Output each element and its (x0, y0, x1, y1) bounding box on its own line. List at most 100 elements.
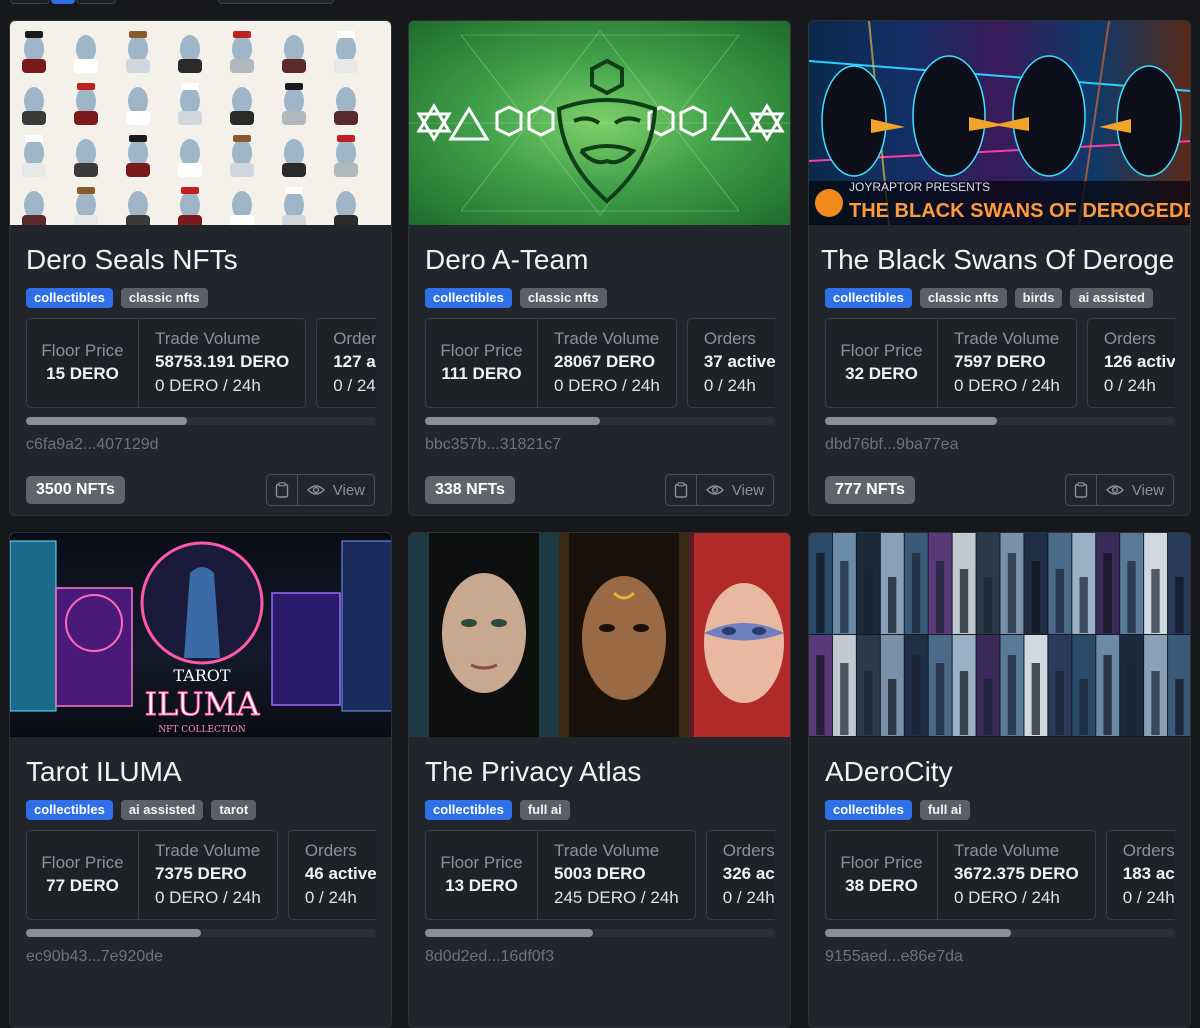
banner-iluma-text: ILUMA (145, 685, 261, 723)
trade-volume-box: Trade Volume 5003 DERO 245 DERO / 24h (537, 830, 696, 920)
trade-volume-box: Trade Volume 3672.375 DERO 0 DERO / 24h (937, 830, 1096, 920)
collection-banner[interactable] (10, 21, 391, 225)
tag-list: collectibles classic nfts (26, 288, 375, 308)
collection-banner[interactable] (809, 533, 1190, 737)
copy-button[interactable] (664, 474, 697, 506)
copy-button[interactable] (1064, 474, 1097, 506)
progress-bar (825, 929, 1175, 937)
collection-title[interactable]: Dero Seals NFTs (26, 241, 375, 279)
floor-price-label: Floor Price (840, 853, 923, 872)
floor-price-box: Floor Price 77 DERO (26, 830, 138, 920)
floor-price-label: Floor Price (440, 853, 523, 872)
tag[interactable]: collectibles (825, 800, 912, 820)
collection-title[interactable]: ADeroCity (825, 753, 1174, 791)
tag[interactable]: classic nfts (519, 288, 607, 308)
collection-card[interactable]: Dero A-Team collectibles classic nfts Fl… (408, 20, 791, 516)
orders-value: 126 active (1103, 352, 1175, 371)
trade-volume-label: Trade Volume (155, 329, 261, 348)
collection-title[interactable]: The Privacy Atlas (425, 753, 774, 791)
trade-volume-24h: 0 DERO / 24h (554, 376, 660, 395)
tarot-iluma-image: TAROT ILUMA NFT COLLECTION (10, 540, 391, 735)
orders-value: 183 active (1122, 864, 1175, 883)
view-toggle-list[interactable] (10, 0, 50, 4)
trade-volume-24h: 0 DERO / 24h (155, 376, 261, 395)
orders-box: Orders 37 active 0 / 24h (686, 318, 775, 408)
progress-fill (26, 929, 201, 937)
orders-label: Orders (703, 329, 756, 348)
stats-row: Floor Price 32 DERO Trade Volume 7597 DE… (825, 318, 1175, 408)
trade-volume-24h: 0 DERO / 24h (155, 888, 261, 907)
collection-title[interactable]: The Black Swans Of Derogeddon (821, 241, 1174, 279)
stats-row: Floor Price 111 DERO Trade Volume 28067 … (425, 318, 775, 408)
search-input[interactable] (218, 0, 334, 4)
collection-banner[interactable]: JOYRAPTOR PRESENTS THE BLACK SWANS OF DE… (809, 21, 1190, 225)
nft-count-badge: 777 NFTs (825, 476, 915, 504)
trade-volume-box: Trade Volume 7597 DERO 0 DERO / 24h (937, 318, 1077, 408)
progress-bar (26, 929, 376, 937)
contract-address: ec90b43...7e920de (26, 948, 164, 965)
tag[interactable]: tarot (211, 800, 257, 820)
collection-banner[interactable] (409, 533, 790, 737)
tag[interactable]: collectibles (425, 288, 512, 308)
tag-list: collectibles classic nfts (425, 288, 774, 308)
tag[interactable]: classic nfts (120, 288, 208, 308)
collection-title[interactable]: Dero A-Team (425, 241, 774, 279)
seal-grid-image (22, 31, 358, 225)
contract-address: c6fa9a2...407129d (26, 436, 159, 453)
orders-box: Orders 326 active 0 / 24h (705, 830, 775, 920)
tag[interactable]: collectibles (26, 288, 113, 308)
progress-fill (825, 929, 1011, 937)
orders-label: Orders (304, 841, 357, 860)
tag[interactable]: ai assisted (1070, 288, 1153, 308)
stats-row: Floor Price 38 DERO Trade Volume 3672.37… (825, 830, 1175, 920)
tag[interactable]: full ai (919, 800, 970, 820)
collection-banner[interactable] (409, 21, 790, 225)
view-button[interactable]: View (297, 474, 375, 506)
trade-volume-value: 28067 DERO (554, 352, 656, 371)
tag[interactable]: birds (1014, 288, 1063, 308)
trade-volume-value: 7375 DERO (155, 864, 247, 883)
collection-banner[interactable]: TAROT ILUMA NFT COLLECTION (10, 533, 391, 737)
orders-24h: 0 / 24h (703, 376, 756, 395)
eye-icon (705, 485, 724, 495)
view-label: View (332, 481, 365, 499)
orders-box: Orders 183 active 0 / 24h (1105, 830, 1175, 920)
tag[interactable]: classic nfts (919, 288, 1007, 308)
tag-list: collectibles classic nfts birds ai assis… (825, 288, 1174, 308)
collection-card[interactable]: Dero Seals NFTs collectibles classic nft… (9, 20, 392, 516)
orders-label: Orders (333, 329, 376, 348)
tag[interactable]: collectibles (825, 288, 912, 308)
progress-bar (825, 417, 1175, 425)
view-toggle-grid[interactable] (51, 0, 75, 4)
top-toolbar (0, 0, 1200, 8)
collection-card[interactable]: JOYRAPTOR PRESENTS THE BLACK SWANS OF DE… (808, 20, 1191, 516)
tag[interactable]: collectibles (26, 800, 113, 820)
collection-title[interactable]: Tarot ILUMA (26, 753, 375, 791)
orders-box: Orders 46 active 0 / 24h (287, 830, 376, 920)
orders-24h: 0 / 24h (333, 376, 376, 395)
nft-count-badge: 338 NFTs (425, 476, 515, 504)
banner-subtitle: JOYRAPTOR PRESENTS (849, 180, 990, 194)
view-toggle-group[interactable] (10, 0, 117, 4)
floor-price-value: 38 DERO (845, 876, 918, 895)
tag[interactable]: full ai (519, 800, 570, 820)
view-button[interactable]: View (696, 474, 774, 506)
view-button[interactable]: View (1096, 474, 1174, 506)
trade-volume-24h: 0 DERO / 24h (954, 376, 1060, 395)
tag[interactable]: ai assisted (120, 800, 204, 820)
orders-label: Orders (722, 841, 775, 860)
orders-24h: 0 / 24h (1103, 376, 1156, 395)
nft-count-badge: 3500 NFTs (26, 476, 125, 504)
floor-price-label: Floor Price (41, 853, 124, 872)
floor-price-value: 32 DERO (845, 364, 918, 383)
copy-button[interactable] (265, 474, 298, 506)
orders-value: 46 active (304, 864, 376, 883)
orders-24h: 0 / 24h (722, 888, 775, 907)
tag[interactable]: collectibles (425, 800, 512, 820)
view-toggle-other[interactable] (76, 0, 116, 4)
eye-icon (1105, 485, 1124, 495)
trade-volume-value: 7597 DERO (954, 352, 1046, 371)
orders-value: 37 active (703, 352, 775, 371)
progress-fill (26, 417, 187, 425)
floor-price-label: Floor Price (840, 341, 923, 360)
